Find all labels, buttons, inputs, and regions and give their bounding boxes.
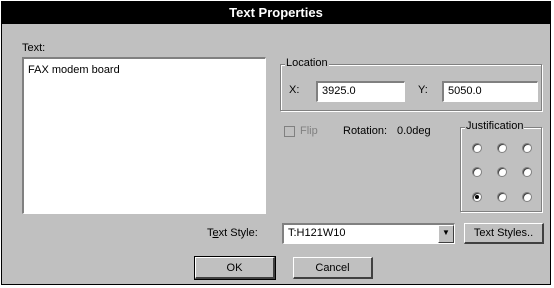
y-label: Y: [418,84,428,96]
ok-button[interactable]: OK [194,256,276,280]
x-coordinate-input[interactable]: 3925.0 [316,81,405,102]
justification-radio[interactable] [472,143,482,153]
text-label: Text: [22,42,46,54]
rotation-label: Rotation: [343,125,388,137]
flip-label: Flip [300,125,318,137]
text-style-label: Text Style: [207,227,258,239]
location-group-label: Location [285,57,329,69]
justification-radio[interactable] [472,192,482,202]
text-input[interactable]: FAX modem board [22,57,266,214]
ok-button-label: OK [226,262,243,274]
justification-radio[interactable] [522,192,532,202]
text-style-value: T:H121W10 [288,227,346,239]
flip-checkbox[interactable] [284,126,295,137]
justification-radio[interactable] [522,167,532,177]
text-properties-dialog: Text Properties Text: FAX modem board Lo… [1,1,551,285]
y-coordinate-input[interactable]: 5050.0 [442,81,538,102]
text-styles-button-label: Text Styles.. [473,227,534,239]
text-style-select[interactable]: T:H121W10 ▼ [282,223,455,244]
cancel-button-label: Cancel [315,262,350,274]
text-styles-button[interactable]: Text Styles.. [464,223,544,244]
dropdown-arrow-icon[interactable]: ▼ [438,225,454,243]
justification-radio[interactable] [497,143,507,153]
rotation-value: 0.0deg [397,125,431,137]
justification-radio[interactable] [472,167,482,177]
justification-radio[interactable] [497,167,507,177]
x-label: X: [289,84,300,96]
justification-radio[interactable] [497,192,507,202]
dialog-title: Text Properties [2,2,550,24]
radio-selected-dot [475,195,479,199]
justification-radio[interactable] [522,143,532,153]
cancel-button[interactable]: Cancel [293,257,373,279]
justification-group-label: Justification [465,120,525,132]
